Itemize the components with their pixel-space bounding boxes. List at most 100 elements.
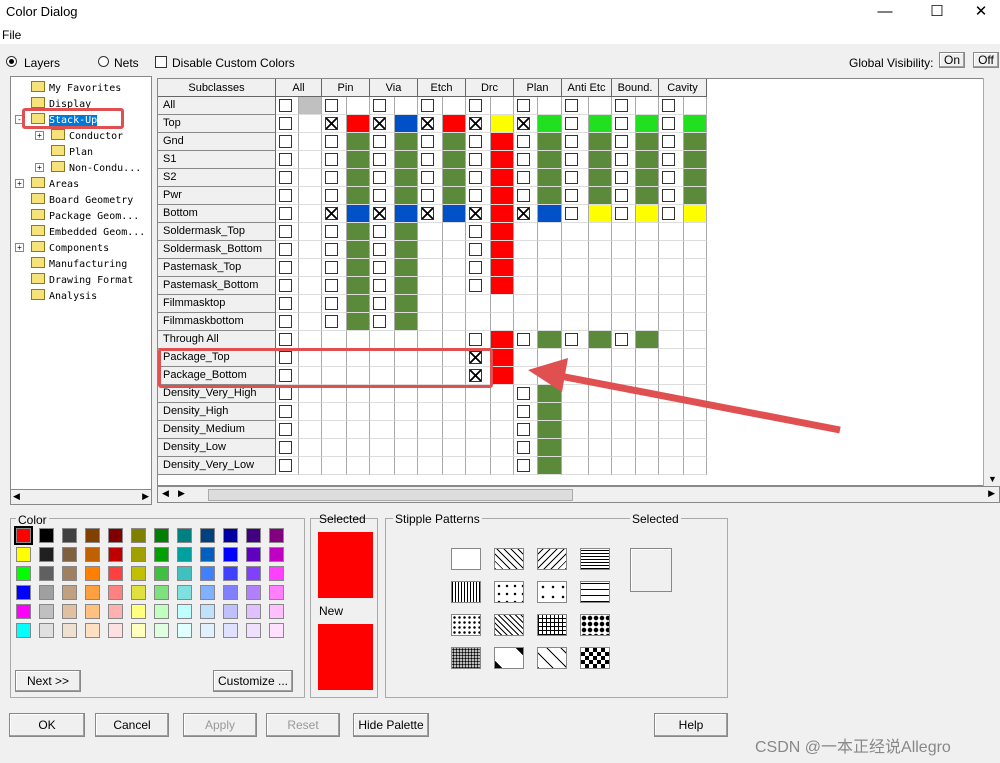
color-cell[interactable] xyxy=(636,259,659,277)
visibility-checkbox[interactable] xyxy=(469,225,482,238)
visibility-cell[interactable] xyxy=(466,223,491,241)
color-cell[interactable] xyxy=(589,277,612,295)
visibility-checkbox[interactable] xyxy=(662,135,675,148)
visibility-checkbox[interactable] xyxy=(373,117,386,130)
color-cell[interactable] xyxy=(636,313,659,331)
visibility-cell[interactable] xyxy=(418,205,443,223)
tree-item[interactable]: Package Geom... xyxy=(31,209,139,222)
column-header[interactable]: Bound. xyxy=(612,79,659,97)
visibility-cell[interactable] xyxy=(514,277,538,295)
visibility-cell[interactable] xyxy=(466,439,491,457)
visibility-checkbox[interactable] xyxy=(279,405,292,418)
color-swatch[interactable] xyxy=(269,604,284,619)
visibility-checkbox[interactable] xyxy=(325,153,338,166)
tree-item[interactable]: Drawing Format xyxy=(31,273,133,286)
nets-radio[interactable] xyxy=(98,56,109,70)
color-swatch[interactable] xyxy=(39,566,54,581)
visibility-checkbox[interactable] xyxy=(565,171,578,184)
color-cell[interactable] xyxy=(491,169,514,187)
visibility-cell[interactable] xyxy=(322,313,347,331)
visibility-cell[interactable] xyxy=(514,295,538,313)
subclass-row-label[interactable]: Density_High xyxy=(158,403,276,421)
color-swatch[interactable] xyxy=(269,528,284,543)
color-cell[interactable] xyxy=(395,187,418,205)
stipple-pattern[interactable] xyxy=(451,548,481,570)
color-cell[interactable] xyxy=(538,259,562,277)
visibility-checkbox[interactable] xyxy=(325,261,338,274)
visibility-checkbox[interactable] xyxy=(421,207,434,220)
visibility-checkbox[interactable] xyxy=(279,315,292,328)
color-cell[interactable] xyxy=(443,421,466,439)
stipple-pattern[interactable] xyxy=(580,647,610,669)
color-cell[interactable] xyxy=(395,277,418,295)
visibility-cell[interactable] xyxy=(370,403,395,421)
visibility-cell[interactable] xyxy=(370,133,395,151)
color-swatch[interactable] xyxy=(269,566,284,581)
visibility-cell[interactable] xyxy=(276,403,299,421)
visibility-cell[interactable] xyxy=(370,295,395,313)
color-cell[interactable] xyxy=(395,295,418,313)
visibility-cell[interactable] xyxy=(276,439,299,457)
visibility-cell[interactable] xyxy=(370,241,395,259)
stipple-pattern[interactable] xyxy=(494,548,524,570)
visibility-checkbox[interactable] xyxy=(615,171,628,184)
visibility-cell[interactable] xyxy=(370,115,395,133)
scroll-left-icon[interactable]: ◀ xyxy=(162,488,169,499)
color-swatch[interactable] xyxy=(177,585,192,600)
visibility-cell[interactable] xyxy=(418,169,443,187)
visibility-cell[interactable] xyxy=(322,457,347,475)
visibility-cell[interactable] xyxy=(514,259,538,277)
visibility-checkbox[interactable] xyxy=(373,225,386,238)
visibility-cell[interactable] xyxy=(659,457,684,475)
color-cell[interactable] xyxy=(491,97,514,115)
color-cell[interactable] xyxy=(684,241,707,259)
color-cell[interactable] xyxy=(538,457,562,475)
color-cell[interactable] xyxy=(299,439,322,457)
color-swatch[interactable] xyxy=(62,547,77,562)
color-swatch[interactable] xyxy=(62,585,77,600)
subclass-row-label[interactable]: Through All xyxy=(158,331,276,349)
visibility-cell[interactable] xyxy=(562,277,589,295)
visibility-cell[interactable] xyxy=(659,115,684,133)
column-header[interactable]: Drc xyxy=(466,79,514,97)
visibility-cell[interactable] xyxy=(418,259,443,277)
visibility-cell[interactable] xyxy=(466,97,491,115)
color-cell[interactable] xyxy=(347,313,370,331)
color-cell[interactable] xyxy=(443,439,466,457)
visibility-cell[interactable] xyxy=(322,421,347,439)
visibility-checkbox[interactable] xyxy=(615,189,628,202)
visibility-cell[interactable] xyxy=(466,295,491,313)
color-cell[interactable] xyxy=(538,97,562,115)
stipple-pattern[interactable] xyxy=(451,614,481,636)
color-swatch[interactable] xyxy=(223,623,238,638)
color-cell[interactable] xyxy=(443,97,466,115)
visibility-cell[interactable] xyxy=(370,259,395,277)
color-cell[interactable] xyxy=(684,313,707,331)
color-swatch[interactable] xyxy=(131,566,146,581)
color-cell[interactable] xyxy=(299,115,322,133)
visibility-checkbox[interactable] xyxy=(373,153,386,166)
color-swatch[interactable] xyxy=(16,623,31,638)
color-swatch[interactable] xyxy=(154,528,169,543)
color-swatch[interactable] xyxy=(200,585,215,600)
visibility-cell[interactable] xyxy=(514,151,538,169)
tree-horizontal-scrollbar[interactable]: ◀ ▶ xyxy=(10,489,152,505)
color-cell[interactable] xyxy=(491,313,514,331)
visibility-cell[interactable] xyxy=(612,259,636,277)
color-swatch[interactable] xyxy=(154,566,169,581)
visibility-checkbox[interactable] xyxy=(279,261,292,274)
visibility-cell[interactable] xyxy=(370,97,395,115)
visibility-cell[interactable] xyxy=(276,277,299,295)
visibility-checkbox[interactable] xyxy=(517,117,530,130)
color-swatch[interactable] xyxy=(85,585,100,600)
color-cell[interactable] xyxy=(538,241,562,259)
visibility-cell[interactable] xyxy=(322,277,347,295)
color-cell[interactable] xyxy=(684,133,707,151)
visibility-checkbox[interactable] xyxy=(325,207,338,220)
global-off-button[interactable]: Off xyxy=(973,52,999,68)
color-cell[interactable] xyxy=(636,187,659,205)
visibility-cell[interactable] xyxy=(322,259,347,277)
visibility-cell[interactable] xyxy=(276,331,299,349)
color-swatch[interactable] xyxy=(14,526,33,545)
color-cell[interactable] xyxy=(589,133,612,151)
